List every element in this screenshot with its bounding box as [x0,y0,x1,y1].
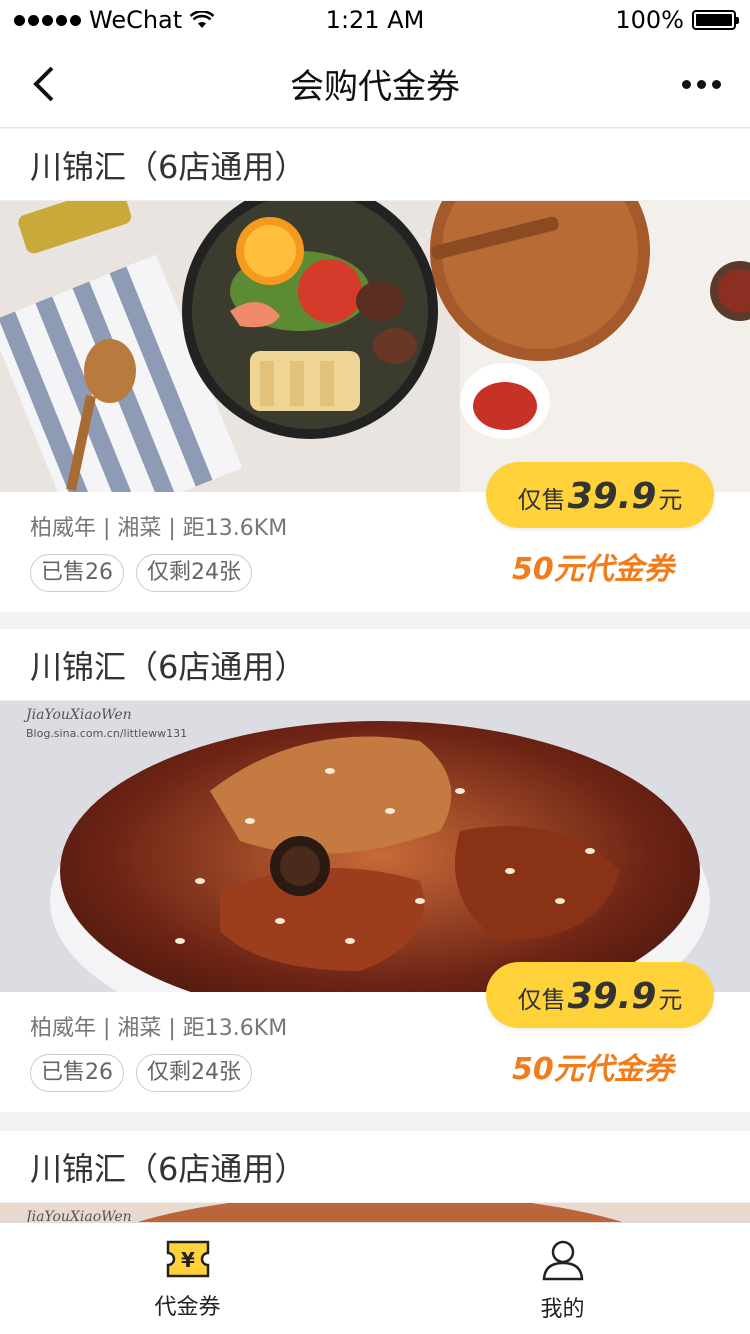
hotpot-dish-photo[interactable] [0,201,750,492]
tab-mine-label: 我的 [540,1297,585,1322]
sold-count-tag: 已售26 [30,1054,124,1092]
photo-watermark: JiaYouXiaoWen [23,707,132,723]
status-bar: WeChat 1:21 AM 100% [0,0,750,40]
more-dot-icon [696,79,706,89]
voucher-card[interactable]: 川锦汇（6店通用） [0,129,750,612]
back-arrow-icon [33,66,54,102]
signal-icon [14,14,81,26]
tab-mine[interactable]: 我的 [375,1223,750,1334]
price-prefix: 仅售 [517,486,566,514]
more-dot-icon [681,79,691,89]
shop-meta: 柏威年 | 湘菜 | 距13.6KM [30,1016,288,1041]
shop-title: 川锦汇（6店通用） [0,1131,750,1203]
card-info: 柏威年 | 湘菜 | 距13.6KM 已售26 仅剩24张 仅售 39.9 元 … [0,962,750,1112]
tags: 已售26 仅剩24张 [30,1054,252,1092]
price-value: 39.9 [567,476,657,517]
status-left: WeChat [14,6,215,34]
shop-title: 川锦汇（6店通用） [0,129,750,201]
battery-percent: 100% [615,6,684,34]
sold-count-tag: 已售26 [30,554,124,592]
price-unit: 元 [658,486,683,514]
price-unit: 元 [658,986,683,1014]
remaining-tag: 仅剩24张 [136,1054,252,1092]
back-button[interactable] [24,62,64,106]
price-badge[interactable]: 仅售 39.9 元 [486,462,714,528]
voucher-value: 50元代金券 [512,552,674,587]
nav-bar: 会购代金券 [0,40,750,128]
more-button[interactable] [676,66,726,102]
braised-ribs-photo[interactable]: JiaYouXiaoWen Blog.sina.com.cn/littleww1… [0,701,750,992]
tab-voucher-label: 代金券 [154,1295,221,1320]
more-dot-icon [711,79,721,89]
voucher-icon: ¥ [166,1240,209,1278]
shop-meta: 柏威年 | 湘菜 | 距13.6KM [30,516,288,541]
battery-icon [692,10,739,30]
card-info: 柏威年 | 湘菜 | 距13.6KM 已售26 仅剩24张 仅售 39.9 元 … [0,462,750,612]
tab-voucher[interactable]: ¥ 代金券 [0,1223,375,1334]
status-right: 100% [615,6,739,34]
carrier-label: WeChat [89,6,183,34]
remaining-tag: 仅剩24张 [136,554,252,592]
voucher-icon-glyph: ¥ [181,1248,195,1272]
hotpot-illustration [0,201,750,492]
tags: 已售26 仅剩24张 [30,554,252,592]
price-prefix: 仅售 [517,986,566,1014]
wifi-icon [190,11,215,28]
shop-title: 川锦汇（6店通用） [0,629,750,701]
voucher-value: 50元代金券 [512,1052,674,1087]
user-icon [542,1240,583,1281]
page-title: 会购代金券 [290,67,460,107]
price-value: 39.9 [567,976,657,1017]
photo-watermark-url: Blog.sina.com.cn/littleww131 [26,727,187,740]
price-badge[interactable]: 仅售 39.9 元 [486,962,714,1028]
ribs-illustration: JiaYouXiaoWen Blog.sina.com.cn/littleww1… [0,701,750,992]
tab-bar: ¥ 代金券 我的 [0,1222,750,1334]
voucher-card[interactable]: 川锦汇（6店通用） [0,629,750,1112]
